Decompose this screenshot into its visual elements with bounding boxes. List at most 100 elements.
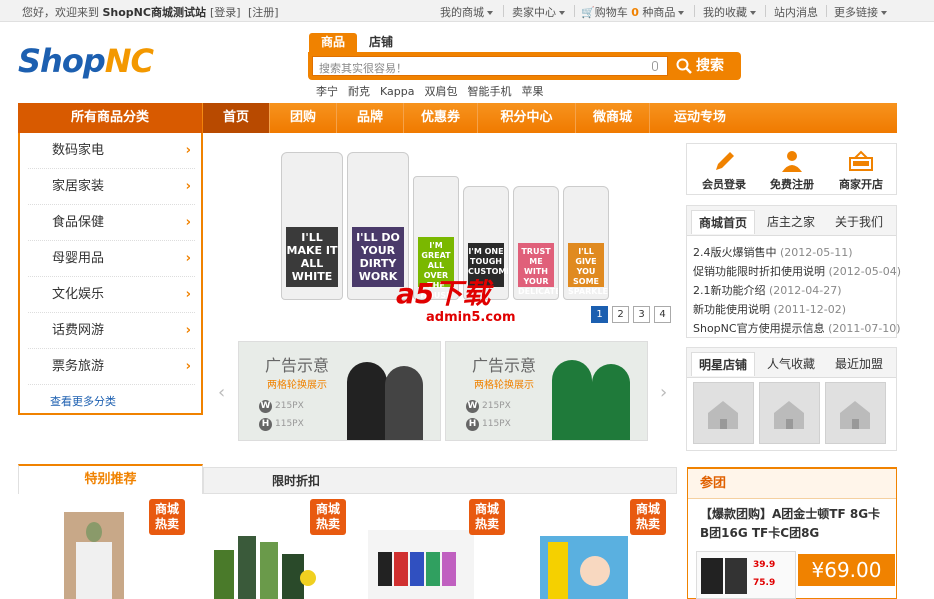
messages-link[interactable]: 站内消息: [774, 4, 818, 20]
hot-sale-badge: 商城 热卖: [310, 499, 346, 535]
shopnc-logo[interactable]: ShopNC: [18, 42, 154, 80]
banner-page-3[interactable]: 3: [633, 306, 650, 323]
category-item[interactable]: 话费网游 ›: [28, 313, 195, 349]
search-input[interactable]: 搜索其实很容易！: [312, 56, 668, 76]
group-buy-box: 参团 【爆款团购】A团金士顿TF 8G卡 B团16G TF卡C团8G 39.9 …: [687, 467, 897, 599]
logo-shop: Shop: [18, 42, 106, 80]
chevron-right-icon[interactable]: ›: [660, 382, 667, 403]
category-item[interactable]: 家居家装 ›: [28, 169, 195, 205]
search-button[interactable]: 搜索: [672, 54, 738, 78]
keyword-link[interactable]: Kappa: [380, 85, 414, 98]
divider: [574, 5, 575, 17]
nav-coupon[interactable]: 优惠券: [404, 103, 478, 133]
watermark-url: admin5.com: [426, 310, 516, 325]
group-buy-title[interactable]: 【爆款团购】A团金士顿TF 8G卡 B团16G TF卡C团8G: [700, 505, 890, 543]
shop-thumbnail[interactable]: [693, 382, 754, 444]
keyword-link[interactable]: 智能手机: [467, 85, 511, 98]
tab-mall-home[interactable]: 商城首页: [691, 210, 755, 234]
ad-card[interactable]: 广告示意 两格轮换展示 W 215PX H 115PX: [238, 341, 441, 441]
hot-badge-line1: 商城: [154, 502, 179, 516]
my-mall-menu[interactable]: 我的商城: [440, 4, 493, 20]
news-item[interactable]: ShopNC官方使用提示信息 (2011-07-10): [693, 320, 901, 336]
nav-micro-mall[interactable]: 微商城: [576, 103, 650, 133]
bottle-label: I'LL GIVE YOU SOME SPARKLE: [568, 243, 608, 296]
divider: [826, 5, 827, 17]
news-item[interactable]: 2.1新功能介绍 (2012-04-27): [693, 282, 842, 298]
chevron-right-icon: ›: [185, 359, 191, 374]
news-date: (2011-12-02): [773, 303, 847, 316]
product-image[interactable]: [206, 524, 316, 599]
category-item[interactable]: 食品保健 ›: [28, 205, 195, 241]
nav-points[interactable]: 积分中心: [478, 103, 576, 133]
tab-search-store[interactable]: 店铺: [357, 33, 405, 52]
model-photo: [347, 362, 387, 440]
news-item[interactable]: 促销功能限时折扣使用说明 (2012-05-04): [693, 263, 901, 279]
group-buy-header: 参团: [688, 469, 896, 499]
category-item[interactable]: 文化娱乐 ›: [28, 277, 195, 313]
group-buy-image[interactable]: 39.9 75.9: [696, 551, 796, 599]
tab-shopkeeper[interactable]: 店主之家: [759, 210, 823, 234]
divider: [694, 5, 695, 17]
chevron-right-icon: ›: [185, 323, 191, 338]
category-item[interactable]: 母婴用品 ›: [28, 241, 195, 277]
ad-card[interactable]: 广告示意 两格轮换展示 W 215PX H 115PX: [445, 341, 648, 441]
seller-center-label: 卖家中心: [512, 6, 556, 19]
ad-height: H 115PX: [259, 418, 304, 431]
nav-sports[interactable]: 运动专场: [650, 103, 750, 133]
house-icon: [774, 401, 804, 429]
chevron-left-icon[interactable]: ‹: [218, 382, 225, 403]
category-item[interactable]: 票务旅游 ›: [28, 349, 195, 385]
tab-recent[interactable]: 最近加盟: [827, 352, 891, 376]
nav-brand[interactable]: 品牌: [337, 103, 404, 133]
hot-badge-line1: 商城: [635, 502, 660, 516]
tab-about[interactable]: 关于我们: [827, 210, 891, 234]
keyword-link[interactable]: 李宁: [316, 85, 338, 98]
price-tag: 39.9: [753, 560, 776, 570]
login-link[interactable]: [登录]: [210, 4, 241, 20]
shop-thumbnail[interactable]: [825, 382, 886, 444]
tab-popular[interactable]: 人气收藏: [759, 352, 823, 376]
product-image[interactable]: [540, 536, 628, 599]
model-photo: [385, 366, 423, 440]
seller-center-menu[interactable]: 卖家中心: [512, 4, 565, 20]
ad-width-value: 215PX: [482, 401, 511, 411]
product-image[interactable]: [64, 512, 124, 599]
nav-group-buy[interactable]: 团购: [270, 103, 337, 133]
more-links-menu[interactable]: 更多链接: [834, 4, 887, 20]
cart-menu[interactable]: 🛒购物车 0 种商品: [581, 4, 685, 20]
category-header[interactable]: 所有商品分类: [18, 103, 202, 133]
product-image: [214, 550, 234, 599]
banner-page-1[interactable]: 1: [591, 306, 608, 323]
banner-page-4[interactable]: 4: [654, 306, 671, 323]
open-shop-button[interactable]: 商家开店: [826, 150, 896, 192]
nav-home[interactable]: 首页: [203, 103, 270, 133]
category-label: 票务旅游: [52, 359, 105, 374]
favorites-menu[interactable]: 我的收藏: [703, 4, 756, 20]
category-item[interactable]: 数码家电 ›: [28, 133, 195, 169]
tab-search-goods[interactable]: 商品: [309, 33, 358, 52]
shop-thumbnail[interactable]: [759, 382, 820, 444]
ad-width-value: 215PX: [275, 401, 304, 411]
model-photo: [592, 364, 630, 440]
register-link[interactable]: [注册]: [248, 4, 279, 20]
microphone-icon[interactable]: [652, 61, 658, 71]
banner-page-2[interactable]: 2: [612, 306, 629, 323]
ad-width: W 215PX: [466, 400, 511, 413]
favorites-label: 我的收藏: [703, 6, 747, 19]
news-item[interactable]: 2.4版火爆销售中 (2012-05-11): [693, 244, 853, 260]
group-buy-price[interactable]: ¥69.00: [798, 554, 895, 586]
free-register-button[interactable]: 免费注册: [757, 150, 827, 192]
tab-star-shops[interactable]: 明星店铺: [691, 352, 755, 376]
keyword-link[interactable]: 苹果: [521, 85, 543, 98]
member-login-button[interactable]: 会员登录: [689, 150, 759, 192]
tab-featured[interactable]: 特别推荐: [18, 464, 203, 494]
category-label: 话费网游: [52, 323, 105, 338]
keyword-link[interactable]: 双肩包: [424, 85, 457, 98]
product-image[interactable]: [368, 530, 474, 599]
more-categories-link[interactable]: 查看更多分类: [50, 393, 116, 409]
ad-height: H 115PX: [466, 418, 511, 431]
divider: [503, 5, 504, 17]
keyword-link[interactable]: 耐克: [348, 85, 370, 98]
news-item[interactable]: 新功能使用说明 (2011-12-02): [693, 301, 846, 317]
tab-limited-discount[interactable]: 限时折扣: [203, 467, 677, 494]
